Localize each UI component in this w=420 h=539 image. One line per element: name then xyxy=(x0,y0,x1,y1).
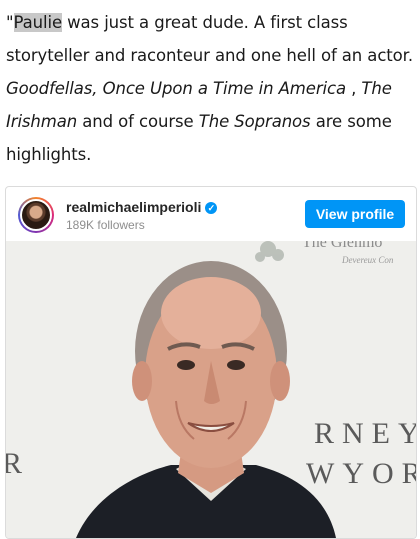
follower-count: 189K followers xyxy=(66,218,145,232)
film-titles-italic: Goodfellas, Once Upon a Time in America xyxy=(6,79,346,98)
portrait-illustration: The Glenmo Devereux Con RNEY WYOR R xyxy=(6,241,416,538)
backdrop-top-line: The Glenmo xyxy=(302,241,382,251)
verified-badge-icon: ✓ xyxy=(205,202,218,214)
article-paragraph: "Paulie was just a great dude. A first c… xyxy=(6,6,416,171)
username[interactable]: realmichaelimperioli xyxy=(66,199,201,215)
embed-header: realmichaelimperioli ✓ 189K followers Vie… xyxy=(6,187,416,241)
post-photo[interactable]: The Glenmo Devereux Con RNEY WYOR R xyxy=(6,241,416,538)
instagram-embed[interactable]: realmichaelimperioli ✓ 189K followers Vie… xyxy=(5,186,417,539)
username-link[interactable]: realmichaelimperioli ✓ xyxy=(66,199,218,215)
highlighted-word[interactable]: Paulie xyxy=(13,13,62,32)
backdrop-right-bottom: WYOR xyxy=(306,457,416,490)
text-run: was just a great dude. A first class sto… xyxy=(6,13,413,65)
backdrop-left: R xyxy=(6,447,22,480)
avatar[interactable] xyxy=(18,197,54,233)
backdrop-right-top: RNEY xyxy=(314,417,416,450)
text-run: and of course xyxy=(77,112,199,131)
film-title-sopranos: The Sopranos xyxy=(198,112,311,131)
avatar-image xyxy=(20,199,52,231)
backdrop-sub-line: Devereux Con xyxy=(341,255,394,265)
quote-open: " xyxy=(6,13,14,32)
view-profile-button[interactable]: View profile xyxy=(305,200,405,228)
text-run: , xyxy=(345,79,362,98)
